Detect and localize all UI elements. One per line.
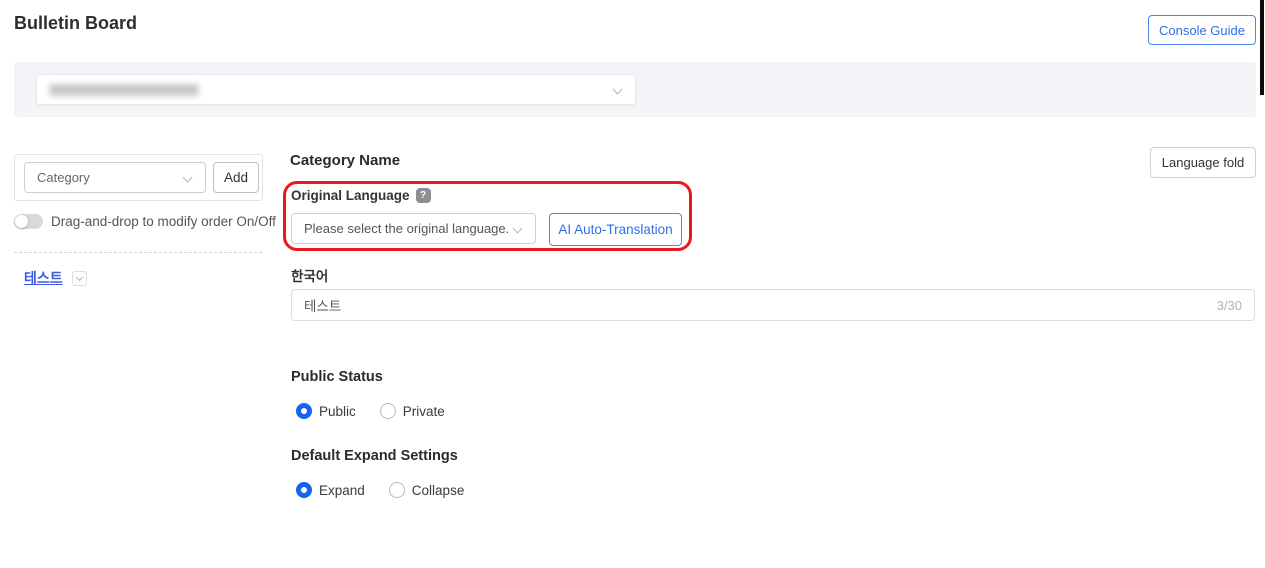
- ai-auto-translation-button[interactable]: AI Auto-Translation: [549, 213, 682, 246]
- radio-label: Expand: [319, 483, 365, 498]
- drag-order-toggle-label: Drag-and-drop to modify order On/Off: [51, 214, 276, 229]
- help-icon[interactable]: ?: [416, 188, 431, 203]
- chevron-down-icon: [513, 224, 523, 234]
- radio-collapse[interactable]: Collapse: [389, 482, 465, 498]
- category-select-label: Category: [37, 170, 90, 185]
- radio-expand[interactable]: Expand: [296, 482, 365, 498]
- divider: [14, 252, 262, 253]
- category-actions-button[interactable]: [72, 271, 87, 286]
- char-counter: 3/30: [1217, 298, 1242, 313]
- original-language-select[interactable]: Please select the original language.: [291, 213, 536, 244]
- public-status-radio-group: Public Private: [296, 403, 445, 419]
- radio-selected-icon: [296, 482, 312, 498]
- radio-label: Private: [403, 404, 445, 419]
- section-title: Category Name: [290, 152, 400, 169]
- radio-selected-icon: [296, 403, 312, 419]
- category-link[interactable]: 테스트: [24, 268, 63, 288]
- board-select-dropdown[interactable]: [36, 74, 636, 105]
- scrollbar-thumb[interactable]: [1260, 0, 1264, 95]
- public-status-label: Public Status: [291, 369, 383, 385]
- bulletin-board-page: Bulletin Board Console Guide Category Ad…: [0, 0, 1265, 568]
- radio-label: Public: [319, 404, 356, 419]
- page-title: Bulletin Board: [14, 13, 137, 34]
- korean-label: 한국어: [291, 265, 328, 285]
- korean-name-value: 테스트: [304, 295, 341, 315]
- default-expand-radio-group: Expand Collapse: [296, 482, 464, 498]
- blurred-board-name: [49, 84, 199, 96]
- korean-name-input[interactable]: 테스트 3/30: [291, 289, 1255, 321]
- category-type-select[interactable]: Category: [24, 162, 206, 193]
- radio-public[interactable]: Public: [296, 403, 356, 419]
- radio-private[interactable]: Private: [380, 403, 445, 419]
- original-language-row: Original Language ?: [291, 188, 431, 203]
- radio-label: Collapse: [412, 483, 465, 498]
- board-select-panel: [14, 62, 1256, 117]
- add-category-button[interactable]: Add: [213, 162, 259, 193]
- category-list-item: 테스트: [24, 268, 87, 288]
- chevron-down-icon: [613, 85, 623, 95]
- radio-unselected-icon: [380, 403, 396, 419]
- original-language-label: Original Language: [291, 188, 410, 203]
- chevron-down-icon: [76, 273, 83, 280]
- category-add-box: Category Add: [14, 154, 263, 201]
- toggle-knob-icon: [15, 215, 28, 228]
- drag-order-toggle[interactable]: [14, 214, 43, 229]
- drag-order-toggle-row: Drag-and-drop to modify order On/Off: [14, 214, 276, 229]
- language-fold-button[interactable]: Language fold: [1150, 147, 1256, 178]
- console-guide-button[interactable]: Console Guide: [1148, 15, 1256, 45]
- default-expand-label: Default Expand Settings: [291, 448, 458, 464]
- original-language-placeholder: Please select the original language.: [304, 221, 509, 236]
- radio-unselected-icon: [389, 482, 405, 498]
- chevron-down-icon: [183, 173, 193, 183]
